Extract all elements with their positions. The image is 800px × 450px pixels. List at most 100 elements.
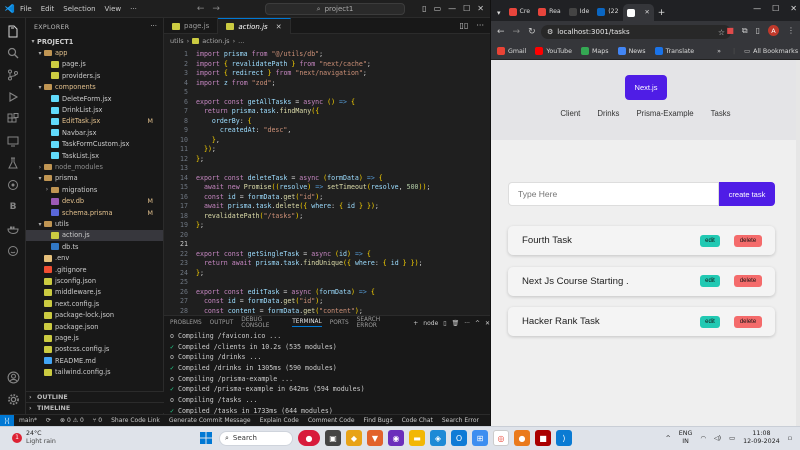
tree-file[interactable]: Navbar.jsx (26, 127, 163, 138)
command-center-search[interactable]: ⌕ project1 (265, 3, 405, 15)
bookmarks-overflow-icon[interactable]: » (717, 48, 721, 55)
extension-red-icon[interactable]: ■ (726, 26, 734, 35)
split-editor-icon[interactable]: ▯▯ (460, 21, 469, 30)
weather-widget[interactable]: 1 24°C Light rain (12, 430, 56, 446)
copilot-app-icon[interactable]: ◆ (346, 430, 362, 446)
reload-icon[interactable]: ↻ (528, 27, 536, 37)
delete-task-button[interactable]: delete (734, 315, 762, 328)
menu-edit[interactable]: Edit (41, 5, 55, 13)
menu-view[interactable]: View (105, 5, 122, 13)
edit-task-button[interactable]: edit (700, 315, 720, 328)
copilot-icon[interactable] (4, 242, 22, 260)
outline-section[interactable]: › OUTLINE (26, 391, 164, 402)
vscode-taskbar-icon[interactable]: ⟩ (556, 430, 572, 446)
maximize-icon[interactable]: ☐ (772, 4, 779, 13)
browser-tab[interactable]: ✕ (622, 4, 654, 21)
profile-avatar[interactable]: A (768, 25, 779, 36)
bookmark-translate[interactable]: Translate (654, 47, 694, 55)
tree-file[interactable]: action.js (26, 229, 163, 242)
browser-tab[interactable]: Cre (505, 4, 535, 19)
sidepanel-icon[interactable]: ▯ (756, 26, 760, 35)
file-explorer-icon[interactable]: ▬ (409, 430, 425, 446)
news-widget-icon[interactable]: ● (298, 430, 320, 446)
explorer-icon[interactable] (4, 22, 22, 40)
breadcrumb-symbol[interactable]: ... (238, 37, 244, 45)
bookmark-news[interactable]: News (617, 47, 646, 55)
code-line[interactable]: export const deleteTask = async (formDat… (196, 174, 383, 182)
browser-tab[interactable]: Rea (534, 4, 565, 19)
windows-start-icon[interactable] (198, 430, 214, 446)
close-tab-icon[interactable]: ✕ (276, 23, 282, 31)
code-line[interactable]: }, (196, 136, 220, 144)
language-indicator[interactable]: ENG IN (679, 430, 693, 446)
menu-file[interactable]: File (20, 5, 32, 13)
code-line[interactable]: orderBy: { (196, 117, 252, 125)
tree-file[interactable]: package-lock.json (26, 310, 163, 321)
site-info-icon[interactable]: ⚙ (547, 28, 553, 36)
tree-file[interactable]: DeleteForm.jsx (26, 93, 163, 104)
outlook-icon[interactable]: O (451, 430, 467, 446)
panel-tab-terminal[interactable]: TERMINAL (292, 319, 322, 327)
tree-file[interactable]: EditTask.jsx M (26, 116, 163, 127)
tree-file[interactable]: next.config.js (26, 298, 163, 309)
nav-link-tasks[interactable]: Tasks (711, 109, 731, 118)
github-icon[interactable] (4, 176, 22, 194)
code-line[interactable]: const id = formData.get("id"); (196, 297, 323, 305)
account-icon[interactable] (4, 368, 22, 386)
extensions-puzzle-icon[interactable]: ⧉ (742, 26, 748, 36)
extensions-icon[interactable] (4, 110, 22, 128)
tree-file[interactable]: page.js (26, 59, 163, 70)
tree-file[interactable]: .env (26, 253, 163, 264)
maximize-panel-icon[interactable]: ^ (475, 320, 480, 327)
remote-explorer-icon[interactable] (4, 132, 22, 150)
page-scrollbar[interactable] (796, 60, 800, 426)
new-tab-button[interactable]: + (654, 5, 670, 20)
menu-selection[interactable]: Selection (63, 5, 95, 13)
chrome-menu-icon[interactable]: ⋮ (787, 26, 795, 35)
code-line[interactable]: }); (196, 145, 216, 153)
code-line[interactable]: }; (196, 269, 204, 277)
panel-tab-problems[interactable]: PROBLEMS (170, 320, 202, 326)
tree-file[interactable]: package.json (26, 321, 163, 332)
browser-tab[interactable]: Ide (565, 4, 594, 19)
maximize-icon[interactable]: ☐ (463, 4, 470, 13)
status-item[interactable]: Code Chat (402, 417, 433, 424)
close-icon[interactable]: ✕ (790, 4, 797, 13)
nav-link-client[interactable]: Client (560, 109, 580, 118)
minimize-icon[interactable]: — (448, 4, 456, 13)
toggle-sidebar-icon[interactable]: ▯ (422, 4, 426, 13)
code-line[interactable]: return prisma.task.findMany({ (196, 107, 319, 115)
tree-file[interactable]: schema.prisma M (26, 207, 163, 218)
tray-overflow-icon[interactable]: ^ (665, 435, 670, 442)
back-icon[interactable]: ← (497, 27, 505, 37)
close-tab-icon[interactable]: ✕ (645, 9, 650, 16)
timeline-section[interactable]: › TIMELINE (26, 402, 164, 413)
tree-folder[interactable]: ▾ components (26, 82, 163, 93)
edit-task-button[interactable]: edit (700, 275, 720, 287)
code-line[interactable]: createdAt: "desc", (196, 126, 292, 134)
code-line[interactable]: revalidatePath("/tasks"); (196, 212, 303, 220)
tab-page-js[interactable]: page.js (164, 18, 219, 34)
create-task-button[interactable]: create task (719, 182, 775, 206)
edit-task-button[interactable]: edit (700, 234, 720, 247)
tree-file[interactable]: db.ts (26, 241, 163, 252)
panel-more-icon[interactable]: ··· (464, 320, 470, 327)
app-red-icon[interactable]: ■ (535, 430, 551, 446)
code-line[interactable]: const content = formData.get("content"); (196, 307, 363, 315)
clock[interactable]: 11:08 12-09-2024 (743, 430, 780, 446)
task-view-icon[interactable]: ▣ (325, 430, 341, 446)
app-purple-icon[interactable]: ◉ (388, 430, 404, 446)
volume-icon[interactable]: ◁) (714, 435, 721, 442)
forward-icon[interactable]: → (513, 27, 521, 37)
code-line[interactable]: const id = formData.get("id"); (196, 193, 323, 201)
all-bookmarks[interactable]: ▭ All Bookmarks (744, 48, 798, 55)
nav-link-drinks[interactable]: Drinks (597, 109, 619, 118)
tree-file[interactable]: providers.js (26, 70, 163, 81)
panel-tab-search-error[interactable]: SEARCH ERROR (357, 317, 396, 329)
browser-tab[interactable]: (22 (593, 4, 622, 19)
status-item[interactable]: Share Code Link (111, 417, 160, 424)
code-line[interactable]: export const editTask = async (formData)… (196, 288, 375, 296)
code-editor[interactable]: 1 import prisma from "@/utils/db"; 2 import… (164, 47, 490, 315)
code-line[interactable]: await new Promise((resolve) => setTimeou… (196, 183, 431, 191)
forward-arrow-icon[interactable]: → (212, 4, 220, 14)
